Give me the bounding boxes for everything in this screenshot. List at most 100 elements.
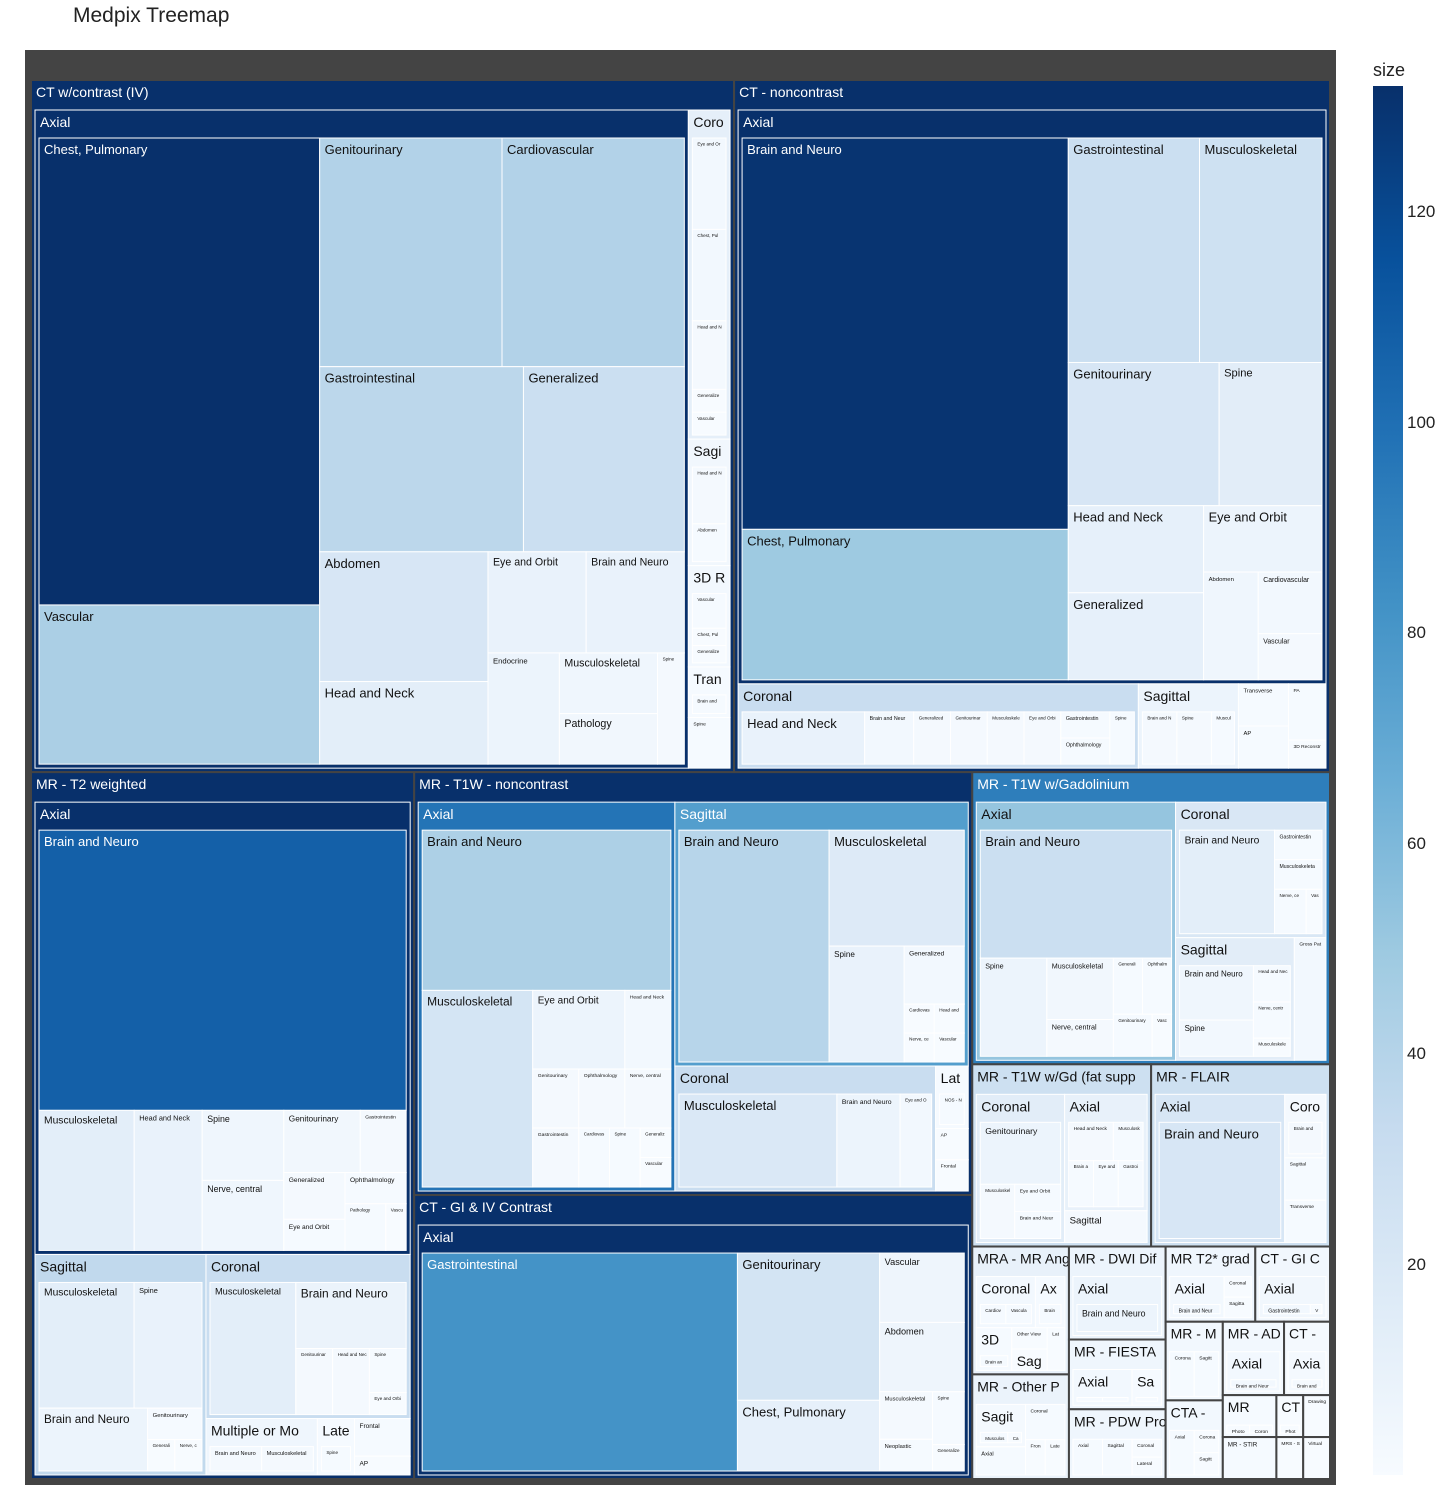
treemap-tile-spine[interactable] [828, 945, 905, 1063]
treemap-label: Generalized [1073, 597, 1143, 612]
treemap-label: Vascular [697, 597, 715, 602]
treemap-label: Generali [1118, 962, 1135, 967]
treemap-tile-head-and-neck[interactable] [133, 1109, 203, 1251]
treemap-label: Eye and [1098, 1164, 1115, 1169]
treemap-tile-gross-pathology[interactable] [1293, 937, 1327, 1061]
treemap-tile-brain-and-neuro[interactable] [741, 137, 1069, 530]
treemap-tile-vascular[interactable] [38, 604, 321, 765]
treemap-label: Head and Neck [139, 1114, 190, 1123]
treemap-tile-other-view-see-caption[interactable] [1011, 1327, 1048, 1350]
treemap-tile-head-and-neck[interactable] [691, 320, 727, 390]
treemap-tile-musculoskeletal[interactable] [1199, 137, 1323, 363]
treemap-tile-spine[interactable] [979, 957, 1048, 1057]
treemap-tile-nerve-central[interactable] [1102, 1397, 1129, 1402]
treemap-tile-coronal[interactable] [1193, 1429, 1220, 1454]
treemap-label: AP [1243, 731, 1251, 737]
treemap-label: Gross Pat [1299, 942, 1321, 948]
treemap-label: Cardiovas [909, 1008, 930, 1013]
treemap-tile-gastrointestinal[interactable] [319, 366, 524, 553]
treemap-tile-musculoskeletal[interactable] [38, 1109, 135, 1251]
treemap-tile-spine[interactable] [608, 1127, 641, 1188]
treemap-label: Musculos [985, 1436, 1005, 1441]
treemap-label: Head and Neck [630, 994, 665, 1000]
treemap-tile-gastrointestinal[interactable] [421, 1252, 738, 1472]
treemap-tile-genitourinary[interactable] [295, 1348, 334, 1416]
treemap-label: Coronal [1137, 1443, 1154, 1449]
treemap-label: Brain and Neuro [1185, 835, 1260, 846]
treemap-label: Axial [1070, 1098, 1100, 1114]
treemap-tile-eye-and-orbit[interactable] [899, 1093, 933, 1188]
treemap-tile-brain-and-neuro[interactable] [836, 1093, 901, 1188]
treemap-label: Gastrointestin [538, 1132, 569, 1138]
treemap-tile-eye-and-orbit[interactable] [691, 137, 727, 230]
treemap-label: Musculoskeletal [215, 1287, 281, 1297]
treemap-tile-generalized[interactable] [522, 366, 685, 553]
treemap-label: Brain and Neuro [985, 834, 1080, 849]
treemap-label: Nerve, ce [1280, 893, 1300, 898]
treemap-tile-brain-and-neuro[interactable] [421, 829, 672, 991]
treemap-tile-genitourinary[interactable] [736, 1252, 881, 1401]
treemap-label: Genitourinary [325, 142, 404, 157]
treemap-label: Gastrointestinal [1073, 142, 1163, 157]
treemap-tile-coronal[interactable] [1223, 1276, 1252, 1298]
treemap-tile-chest-pulmonary[interactable] [691, 228, 727, 322]
treemap-label: Nerve, central [1052, 1023, 1097, 1032]
treemap-label: Frontal [359, 1423, 379, 1430]
treemap-label: Eye and Orbit [493, 556, 558, 568]
treemap-label: Pathology [564, 718, 612, 730]
treemap-tile-spine[interactable] [1218, 361, 1323, 507]
treemap-label: Vascula [1011, 1308, 1027, 1313]
treemap-label: Frontal [941, 1164, 956, 1170]
treemap-label: Vascular [697, 416, 715, 421]
treemap-label: Gastrointestin [1268, 1309, 1300, 1315]
treemap-tile-head-and-neck[interactable] [624, 989, 672, 1070]
treemap-tile-brain-and-neuro[interactable] [979, 829, 1173, 959]
treemap-tile-musculoskeletal[interactable] [209, 1281, 297, 1416]
treemap-label: Axial [423, 806, 453, 822]
treemap-label: Sagitt [1199, 1356, 1212, 1362]
treemap-label: Coro [1290, 1098, 1321, 1114]
treemap-label: Abdomen [697, 527, 717, 532]
treemap-label: Musculoskeletal [1052, 961, 1104, 970]
treemap-tile-chest-pulmonary[interactable] [38, 137, 321, 606]
treemap-label: Head and Nec [1258, 969, 1288, 974]
treemap-tile-abdomen[interactable] [1203, 571, 1259, 681]
treemap-label: PA [1293, 688, 1300, 694]
treemap-tile-cardiovascular[interactable] [501, 137, 685, 368]
treemap-tile-abdomen[interactable] [319, 551, 489, 683]
treemap-label: Sa [1137, 1374, 1154, 1390]
treemap-tile-spine[interactable] [657, 652, 685, 765]
treemap-tile-brain-and-neuro[interactable] [678, 829, 830, 1063]
colorbar [1373, 86, 1403, 1475]
treemap-tile-genitourinary[interactable] [1067, 361, 1220, 507]
treemap-label: Spine [985, 961, 1003, 970]
treemap-label: Brain and N [1147, 715, 1171, 720]
treemap-tile-spine[interactable] [1135, 1397, 1159, 1402]
treemap-tile-genitourinary[interactable] [319, 137, 503, 368]
treemap-label: Generaliz [645, 1132, 665, 1137]
treemap-tile-spine[interactable] [1076, 1397, 1104, 1402]
treemap-tile-spine[interactable] [133, 1281, 203, 1409]
treemap-tile-musculoskeletal[interactable] [38, 1281, 135, 1409]
treemap-tile-gastrointestinal[interactable] [1067, 137, 1201, 363]
treemap-label: Brain and Neur [870, 716, 906, 722]
treemap-tile-sagittal[interactable] [1223, 1296, 1252, 1319]
treemap-tile-head-and-neck[interactable] [332, 1348, 370, 1416]
treemap-label: Gastrointestin [1280, 834, 1312, 840]
treemap-label: Sagitta [1229, 1301, 1245, 1307]
treemap-label: Musculoskeletal [1205, 142, 1298, 157]
treemap-label: Genitourinar [955, 715, 981, 720]
treemap-label: MR - AD [1228, 1326, 1281, 1342]
treemap-label: Eye and Orbi [374, 1396, 401, 1401]
treemap-tile-musculoskeletal[interactable] [421, 989, 534, 1188]
treemap-label: MR - T1W - noncontrast [419, 776, 568, 792]
treemap-label: Ophthalm [1147, 962, 1167, 967]
treemap-tile-endocrine[interactable] [487, 652, 560, 765]
treemap-tile-chest-pulmonary[interactable] [741, 528, 1069, 681]
treemap-label: Cardiovas [584, 1132, 605, 1137]
colorbar-tick: 40 [1407, 1044, 1426, 1063]
treemap-tile-brain-and-neuro[interactable] [38, 829, 407, 1111]
treemap-tile-cardiovascular[interactable] [578, 1127, 610, 1188]
treemap-label: Brain and [1294, 1126, 1314, 1131]
treemap-tile-sagittal[interactable] [1193, 1452, 1220, 1476]
